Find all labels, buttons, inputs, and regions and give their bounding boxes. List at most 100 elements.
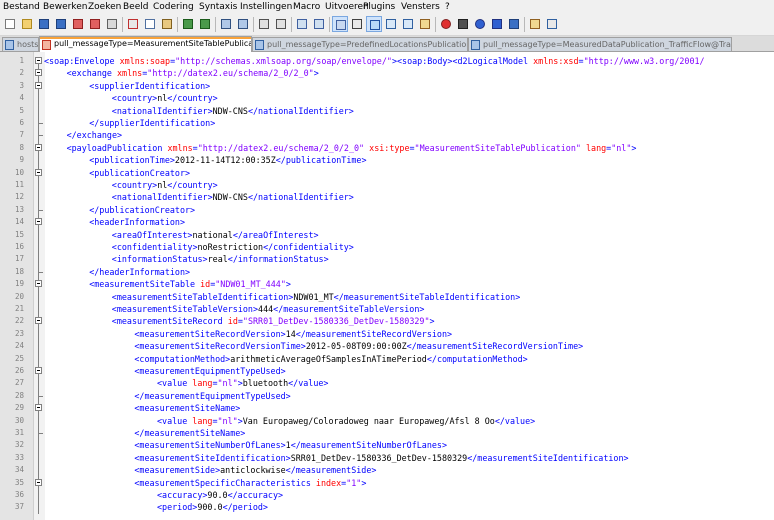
code-line[interactable]: 14 <headerInformation> <box>0 216 774 229</box>
stop-recording-button[interactable] <box>455 16 471 32</box>
code-text: <areaOfInterest>national</areaOfInterest… <box>112 229 319 241</box>
code-line[interactable]: 11 <country>nl</country> <box>0 179 774 192</box>
fold-collapse-icon[interactable] <box>35 478 42 486</box>
code-line[interactable]: 35 <measurementSpecificCharacteristics in… <box>0 476 774 489</box>
fold-collapse-icon[interactable] <box>35 168 42 176</box>
code-line[interactable]: 17 <informationStatus>real</informationSt… <box>0 253 774 266</box>
code-line[interactable]: 27 <value lang="nl">bluetooth</value> <box>0 377 774 390</box>
folder-workspace-button[interactable] <box>417 16 433 32</box>
code-line[interactable]: 37 <period>900.0</period> <box>0 501 774 514</box>
fold-collapse-icon[interactable] <box>35 143 42 151</box>
code-line[interactable]: 33 <measurementSiteIdentification>SRR01_D… <box>0 451 774 465</box>
play-macro-button[interactable] <box>472 16 488 32</box>
code-line[interactable]: 12 <nationalIdentifier>NDW-CNS</nationalI… <box>0 191 774 204</box>
code-line[interactable]: 28 </measurementEquipmentTypeUsed> <box>0 389 774 403</box>
close-file-button[interactable] <box>70 16 86 32</box>
code-line[interactable]: 19 <measurementSiteTable id="NDW01_MT_444… <box>0 278 774 291</box>
menu-bestand[interactable]: Bestand <box>3 0 40 14</box>
paste-button[interactable] <box>159 16 175 32</box>
zoom-in-button[interactable] <box>256 16 272 32</box>
fold-collapse-icon[interactable] <box>35 280 42 288</box>
code-line[interactable]: 30 <value lang="nl">Van Europaweg/Colorad… <box>0 414 774 427</box>
menu-instellingen[interactable]: Instellingen <box>240 0 292 14</box>
function-list-button[interactable] <box>400 16 416 32</box>
code-line[interactable]: 18 </headerInformation> <box>0 265 774 279</box>
code-line[interactable]: 24 <measurementSiteRecordVersionTime>2012… <box>0 340 774 353</box>
menu-syntaxis[interactable]: Syntaxis <box>199 0 237 14</box>
code-line[interactable]: 2 <exchange xmlns="http://datex2.eu/schem… <box>0 67 774 80</box>
code-line[interactable]: 26 <measurementEquipmentTypeUsed> <box>0 365 774 378</box>
zoom-out-button[interactable] <box>273 16 289 32</box>
code-line[interactable]: 23 <measurementSiteRecordVersion>14</meas… <box>0 327 774 341</box>
editor-pane[interactable]: 1 <soap:Envelope xmlns:soap="http://schem… <box>0 52 774 520</box>
code-line[interactable]: 16 <confidentiality>noRestriction</confid… <box>0 241 774 254</box>
menu-codering[interactable]: Codering <box>153 0 194 14</box>
find-button[interactable] <box>218 16 234 32</box>
tab-file[interactable]: pull_messageType=MeasuredDataPublication… <box>468 37 732 51</box>
sync-vertical-button[interactable] <box>294 16 310 32</box>
save-all-button[interactable] <box>53 16 69 32</box>
code-text: <measurementSiteRecord id="SRR01_DetDev-… <box>112 315 435 327</box>
xml-tag: </computationMethod> <box>426 353 528 364</box>
code-line[interactable]: 21 <measurementSiteTableVersion>444</meas… <box>0 303 774 316</box>
code-line[interactable]: 1 <soap:Envelope xmlns:soap="http://schem… <box>0 55 774 68</box>
fold-collapse-icon[interactable] <box>35 367 42 374</box>
code-line[interactable]: 15 <areaOfInterest>national</areaOfIntere… <box>0 228 774 241</box>
code-line[interactable]: 3 <supplierIdentification> <box>0 79 774 93</box>
fold-collapse-icon[interactable] <box>35 317 42 325</box>
redo-button[interactable] <box>197 16 213 32</box>
code-line[interactable]: 31 </measurementSiteName> <box>0 427 774 440</box>
menu-macro[interactable]: Macro <box>293 0 320 14</box>
fold-collapse-icon[interactable] <box>35 69 42 77</box>
spell-check-button[interactable] <box>544 16 560 32</box>
code-line[interactable]: 10 <publicationCreator> <box>0 166 774 179</box>
indent-guide-button[interactable] <box>366 16 382 32</box>
code-line[interactable]: 36 <accuracy>90.0</accuracy> <box>0 489 774 502</box>
fold-collapse-icon[interactable] <box>35 81 42 89</box>
code-line[interactable]: 25 <computationMethod>arithmeticAverageOf… <box>0 352 774 365</box>
code-line[interactable]: 22 <measurementSiteRecord id="SRR01_DetDe… <box>0 315 774 328</box>
code-line[interactable]: 5 <nationalIdentifier>NDW-CNS</nationalId… <box>0 104 774 117</box>
code-line[interactable]: 20 <measurementSiteTableIdentification>ND… <box>0 290 774 303</box>
code-line[interactable]: 32 <measurementSiteNumberOfLanes>1</measu… <box>0 439 774 452</box>
menu-vensters[interactable]: Vensters <box>401 0 440 14</box>
show-all-chars-button[interactable] <box>349 16 365 32</box>
code-line[interactable]: 6 </supplierIdentification> <box>0 117 774 130</box>
cut-button[interactable] <box>125 16 141 32</box>
fold-collapse-icon[interactable] <box>35 218 42 226</box>
record-macro-button[interactable] <box>438 16 454 32</box>
play-multiple-button[interactable] <box>489 16 505 32</box>
code-line[interactable]: 4 <country>nl</country> <box>0 92 774 105</box>
tab-file[interactable]: pull_messageType=PredefinedLocationsPubl… <box>252 37 468 51</box>
save-macro-button[interactable] <box>506 16 522 32</box>
code-line[interactable]: 34 <measurementSide>anticlockwise</measur… <box>0 464 774 477</box>
menu-zoeken[interactable]: Zoeken <box>88 0 121 14</box>
open-file-button[interactable] <box>19 16 35 32</box>
menu-plugins[interactable]: Plugins <box>363 0 395 14</box>
code-line[interactable]: 13 </publicationCreator> <box>0 203 774 217</box>
menu-beeld[interactable]: Beeld <box>123 0 148 14</box>
copy-button[interactable] <box>142 16 158 32</box>
tab-file[interactable]: hosts <box>2 37 39 51</box>
document-map-button[interactable] <box>383 16 399 32</box>
sync-horizontal-button[interactable] <box>311 16 327 32</box>
save-file-button[interactable] <box>36 16 52 32</box>
fold-collapse-icon[interactable] <box>35 404 42 412</box>
menu-bewerken[interactable]: Bewerken <box>43 0 87 14</box>
code-line[interactable]: 29 <measurementSiteName> <box>0 402 774 415</box>
code-line[interactable]: 9 <publicationTime>2012-11-14T12:00:35Z</… <box>0 154 774 167</box>
tab-active-file[interactable]: pull_messageType=MeasurementSiteTablePub… <box>39 36 252 52</box>
fold-collapse-icon[interactable] <box>35 57 42 64</box>
replace-button[interactable] <box>235 16 251 32</box>
code-line[interactable]: 7 </exchange> <box>0 129 774 142</box>
launch-button[interactable] <box>527 16 543 32</box>
code-line[interactable]: 8 <payloadPublication xmlns="http://datex… <box>0 141 774 155</box>
undo-button[interactable] <box>180 16 196 32</box>
print-button[interactable] <box>104 16 120 32</box>
code-text: <measurementSiteNumberOfLanes>1</measure… <box>134 439 447 451</box>
new-file-button[interactable] <box>2 16 18 32</box>
menu-help[interactable]: ? <box>445 0 450 14</box>
xml-tag: <measurementSiteTableVersion> <box>111 304 259 314</box>
close-all-button[interactable] <box>87 16 103 32</box>
word-wrap-button[interactable] <box>332 16 348 32</box>
